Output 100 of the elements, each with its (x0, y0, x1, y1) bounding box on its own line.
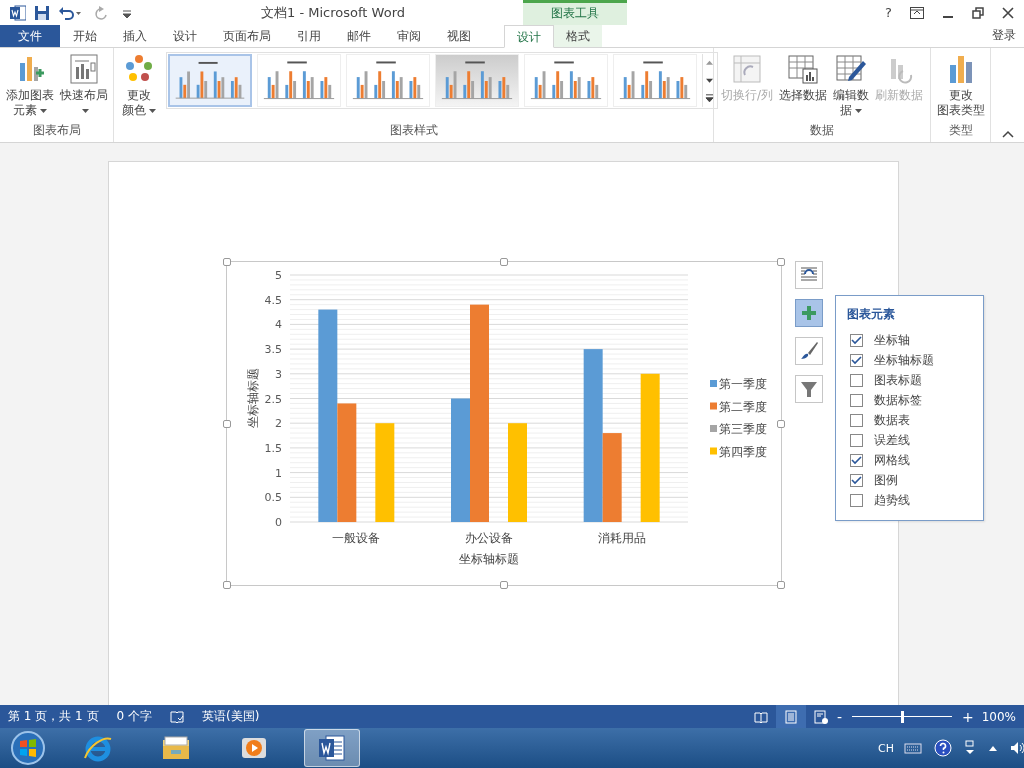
ribbon-tab[interactable]: 引用 (284, 25, 334, 47)
legend-label: 第四季度 (719, 444, 767, 459)
proofing-icon[interactable] (170, 709, 184, 724)
checkbox-label[interactable]: 图表标题 (874, 371, 922, 389)
dropdown-caret-icon[interactable] (81, 108, 89, 113)
chart-style-thumbnail[interactable] (168, 54, 252, 107)
axis-tick-label: 0.5 (264, 491, 282, 505)
axis-tick-label: 3 (275, 367, 282, 381)
checkbox[interactable] (850, 473, 863, 487)
taskbar-app[interactable] (304, 729, 360, 767)
ribbon-button[interactable]: 更改 图表类型 (934, 52, 987, 119)
checkbox-label[interactable]: 图例 (874, 471, 898, 489)
checkbox[interactable] (850, 353, 863, 367)
restore-icon[interactable] (972, 6, 984, 19)
help-circle-icon[interactable] (934, 739, 952, 757)
resize-handle[interactable] (223, 258, 231, 266)
sign-in-link[interactable]: 登录 (992, 25, 1024, 47)
chart-layout-button[interactable] (795, 261, 823, 289)
zoom-level[interactable]: 100% (981, 709, 1016, 724)
resize-handle[interactable] (500, 258, 508, 266)
ribbon-tab[interactable]: 视图 (434, 25, 484, 47)
resize-handle[interactable] (500, 581, 508, 589)
resize-handle[interactable] (777, 581, 785, 589)
ribbon-button[interactable]: 编辑数 据 (831, 52, 871, 119)
category-label: 办公设备 (465, 531, 513, 545)
window-title: 文档1 - Microsoft Word (261, 3, 405, 22)
checkbox-label[interactable]: 网格线 (874, 451, 910, 469)
checkbox-label[interactable]: 趋势线 (874, 491, 910, 509)
group-label: 类型 (947, 122, 974, 139)
ribbon-tab[interactable]: 插入 (110, 25, 160, 47)
ribbon-button[interactable]: 快速布局 (57, 52, 110, 119)
legend-label: 第二季度 (719, 399, 767, 414)
dropdown-caret-icon[interactable] (149, 108, 156, 113)
group-label: 图表样式 (388, 122, 439, 139)
collapse-ribbon-icon[interactable] (1002, 130, 1014, 138)
help-button[interactable]: ? (885, 5, 892, 20)
axis-tick-label: 0 (275, 516, 282, 529)
checkbox-label[interactable]: 坐标轴 (874, 331, 910, 349)
ribbon-tab[interactable]: 设计 (160, 25, 210, 47)
zoom-out-button[interactable]: - (836, 708, 842, 725)
zoom-in-button[interactable]: + (961, 708, 974, 725)
axis-tick-label: 1.5 (264, 441, 282, 455)
legend-label: 第一季度 (719, 377, 767, 391)
y-axis-title: 坐标轴标题 (246, 368, 260, 428)
ribbon-display-icon[interactable] (910, 6, 924, 19)
option-icon[interactable] (964, 739, 976, 757)
checkbox-label[interactable]: 误差线 (874, 431, 910, 449)
table-swap-icon (731, 53, 763, 85)
word-count[interactable]: 0 个字 (116, 708, 152, 725)
ribbon-button[interactable]: 选择数据 (777, 52, 829, 104)
ribbon-tab[interactable]: 设计 (504, 25, 554, 48)
save-icon[interactable] (34, 4, 50, 21)
chart-styles-button[interactable] (795, 337, 823, 365)
axis-tick-label: 4.5 (264, 293, 282, 307)
language-status[interactable]: 英语(美国) (202, 708, 260, 725)
checkbox[interactable] (850, 393, 863, 407)
legend-label: 第三季度 (719, 422, 767, 436)
close-icon[interactable] (1002, 6, 1014, 19)
resize-handle[interactable] (777, 258, 785, 266)
ribbon-button[interactable]: 更改 颜色 (120, 52, 158, 119)
web-layout-icon (813, 709, 828, 724)
start-button[interactable] (8, 728, 48, 768)
book-icon (753, 709, 768, 724)
ribbon-tab[interactable]: 页面布局 (210, 25, 284, 47)
checkbox-label[interactable]: 数据表 (874, 411, 910, 429)
view-button[interactable] (775, 705, 806, 728)
checkbox[interactable] (850, 333, 863, 347)
page-count[interactable]: 第 1 页，共 1 页 (8, 708, 99, 725)
chart-filter-button[interactable] (795, 375, 823, 403)
ribbon-button[interactable]: 添加图表 元素 (3, 52, 56, 119)
checkbox-label[interactable]: 坐标轴标题 (874, 351, 934, 369)
zoom-slider-thumb[interactable] (900, 710, 904, 723)
resize-handle[interactable] (223, 581, 231, 589)
keyboard-icon[interactable] (904, 741, 922, 755)
dropdown-caret-icon[interactable] (39, 108, 47, 113)
axis-tick-label: 3.5 (264, 343, 282, 357)
resize-handle[interactable] (777, 419, 785, 428)
file-tab[interactable]: 文件 (0, 25, 60, 47)
chart-layout-icon (67, 53, 100, 85)
axis-tick-label: 1 (275, 466, 282, 480)
ribbon-tab[interactable]: 审阅 (384, 25, 434, 47)
context-tab-group: 图表工具 (523, 0, 627, 25)
checkbox[interactable] (850, 493, 863, 507)
page-layout-icon (783, 709, 798, 724)
checkbox[interactable] (850, 413, 863, 427)
ribbon-tab[interactable]: 邮件 (334, 25, 384, 47)
checkbox-label[interactable]: 数据标签 (874, 391, 922, 409)
checkbox[interactable] (850, 453, 863, 467)
word-logo-icon[interactable] (10, 4, 26, 21)
input-language[interactable]: CH (878, 741, 894, 755)
checkbox[interactable] (850, 433, 863, 447)
panel-title: 图表元素 (847, 306, 896, 323)
group-label: 数据 (809, 122, 835, 139)
ribbon-tab[interactable]: 开始 (60, 25, 110, 47)
dropdown-caret-icon[interactable] (855, 108, 862, 113)
checkbox[interactable] (850, 373, 863, 387)
ribbon-tab[interactable]: 格式 (554, 25, 602, 47)
resize-handle[interactable] (223, 419, 231, 428)
speaker-icon[interactable] (1010, 740, 1024, 756)
category-label: 一般设备 (332, 531, 381, 545)
